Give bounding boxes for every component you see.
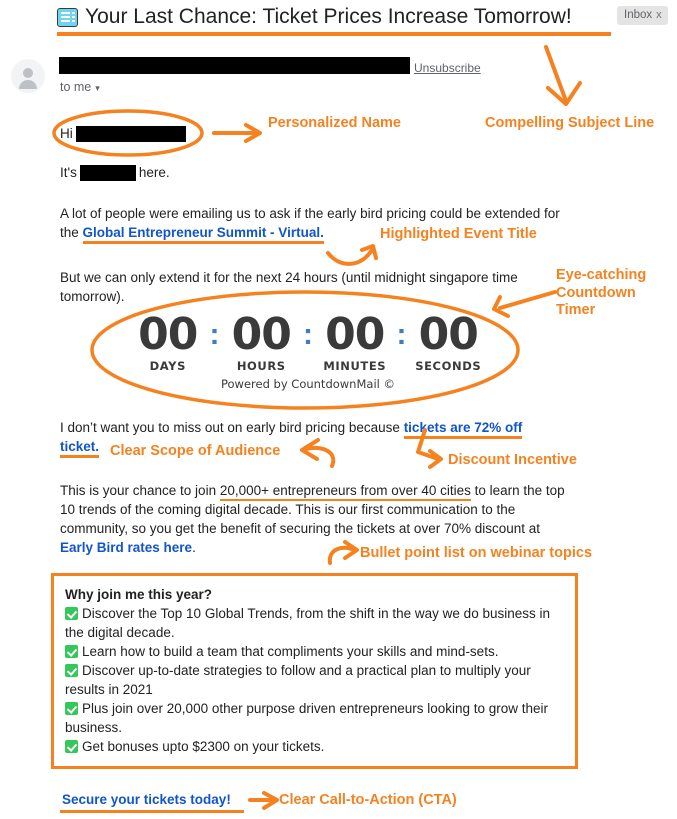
recipient-dropdown[interactable]: to me ▾ bbox=[60, 80, 100, 94]
benefit-text: Discover the Top 10 Global Trends, from … bbox=[65, 606, 550, 640]
email-screenshot: Your Last Chance: Ticket Prices Increase… bbox=[0, 0, 677, 819]
page-title: Your Last Chance: Ticket Prices Increase… bbox=[85, 5, 572, 28]
annotation-highlighted-event-title: Highlighted Event Title bbox=[380, 226, 537, 242]
check-icon bbox=[65, 702, 78, 715]
greeting-prefix: Hi bbox=[60, 126, 73, 141]
countdown-timer: 00 DAYS : 00 HOURS : 00 MINUTES : 00 SEC… bbox=[128, 309, 488, 392]
list-item: Get bonuses upto $2300 on your tickets. bbox=[65, 737, 563, 756]
intro-suffix: here. bbox=[138, 165, 170, 180]
countdown-separator: : bbox=[303, 318, 313, 351]
list-item: Discover the Top 10 Global Trends, from … bbox=[65, 604, 563, 642]
paragraph-3-text: I don’t want you to miss out on early bi… bbox=[60, 420, 404, 435]
countdown-unit-minutes: 00 MINUTES bbox=[315, 309, 395, 374]
avatar-head-icon bbox=[23, 68, 33, 78]
countdown-unit-days: 00 DAYS bbox=[128, 309, 208, 374]
countdown-powered-by: Powered by CountdownMail © bbox=[220, 377, 395, 391]
inbox-label-badge[interactable]: Inbox x bbox=[617, 6, 668, 25]
unsubscribe-link[interactable]: Unsubscribe bbox=[414, 61, 481, 75]
arrow-subject-line bbox=[544, 45, 568, 103]
avatar-body-icon bbox=[19, 80, 37, 89]
inbox-label-text: Inbox bbox=[624, 9, 653, 21]
subject-underline-annotation bbox=[57, 32, 611, 36]
paragraph-4-end: . bbox=[192, 540, 196, 555]
intro-prefix: It's bbox=[60, 165, 77, 180]
countdown-seconds-label: SECONDS bbox=[415, 359, 482, 373]
arrow-event-title bbox=[326, 248, 374, 266]
benefit-text: Plus join over 20,000 other purpose driv… bbox=[65, 701, 549, 735]
audience-highlight: 20,000+ entrepreneurs from over 40 citie… bbox=[219, 483, 471, 501]
cta-underline-annotation bbox=[60, 810, 244, 813]
check-icon bbox=[65, 740, 78, 753]
annotation-discount-incentive: Discount Incentive bbox=[448, 452, 577, 468]
cta-link[interactable]: Secure your tickets today! bbox=[62, 792, 231, 807]
countdown-row: 00 DAYS : 00 HOURS : 00 MINUTES : 00 SEC… bbox=[128, 309, 488, 374]
greeting-line: Hi bbox=[60, 124, 186, 143]
benefit-text: Discover up-to-date strategies to follow… bbox=[65, 663, 531, 697]
annotation-eye-catching-countdown-timer: Eye-catching Countdown Timer bbox=[556, 267, 647, 318]
check-icon bbox=[65, 607, 78, 620]
sender-name-redacted bbox=[59, 57, 410, 74]
benefits-title: Why join me this year? bbox=[65, 587, 213, 602]
benefit-text: Learn how to build a team that complimen… bbox=[82, 644, 499, 659]
countdown-hours-label: HOURS bbox=[236, 359, 286, 373]
annotation-clear-scope-of-audience: Clear Scope of Audience bbox=[110, 443, 281, 459]
countdown-separator: : bbox=[396, 318, 407, 351]
chevron-down-icon: ▾ bbox=[95, 83, 100, 93]
countdown-minutes-value: 00 bbox=[325, 309, 385, 360]
countdown-unit-hours: 00 HOURS bbox=[221, 309, 301, 374]
paragraph-4-part1: This is your chance to join bbox=[60, 483, 220, 498]
early-bird-rates-link[interactable]: Early Bird rates here bbox=[60, 540, 192, 555]
intro-name-redacted bbox=[79, 165, 136, 182]
countdown-unit-seconds: 00 SECONDS bbox=[408, 309, 488, 374]
ticket-card-icon bbox=[57, 7, 78, 27]
countdown-hours-value: 00 bbox=[231, 309, 292, 360]
annotation-clear-call-to-action: Clear Call-to-Action (CTA) bbox=[279, 792, 457, 808]
recipient-label: to me bbox=[60, 80, 92, 94]
countdown-minutes-label: MINUTES bbox=[323, 359, 387, 373]
subject-row: Your Last Chance: Ticket Prices Increase… bbox=[0, 2, 677, 32]
benefit-text: Get bonuses upto $2300 on your tickets. bbox=[82, 739, 325, 754]
benefits-box: Why join me this year? Discover the Top … bbox=[51, 573, 578, 769]
annotation-bullet-point-list: Bullet point list on webinar topics bbox=[360, 545, 593, 561]
annotation-personalized-name: Personalized Name bbox=[268, 115, 401, 131]
countdown-seconds-value: 00 bbox=[418, 309, 479, 360]
countdown-days-label: DAYS bbox=[149, 359, 186, 373]
list-item: Plus join over 20,000 other purpose driv… bbox=[65, 699, 563, 737]
list-item: Learn how to build a team that complimen… bbox=[65, 642, 563, 661]
check-icon bbox=[65, 645, 78, 658]
intro-line: It's here. bbox=[60, 163, 170, 182]
countdown-separator: : bbox=[209, 318, 220, 351]
paragraph-2: But we can only extend it for the next 2… bbox=[60, 270, 518, 304]
list-item: Discover up-to-date strategies to follow… bbox=[65, 661, 563, 699]
countdown-days-value: 00 bbox=[138, 309, 198, 360]
greeting-name-redacted bbox=[75, 126, 186, 143]
annotation-compelling-subject-line: Compelling Subject Line bbox=[485, 115, 655, 131]
avatar bbox=[11, 59, 45, 93]
event-title-link[interactable]: Global Entrepreneur Summit - Virtual. bbox=[82, 225, 324, 244]
check-icon bbox=[65, 664, 78, 677]
close-icon[interactable]: x bbox=[656, 9, 662, 21]
